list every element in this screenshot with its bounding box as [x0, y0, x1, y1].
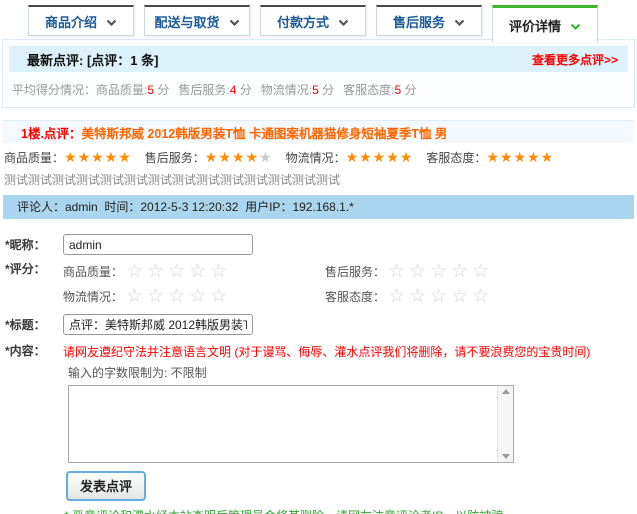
latest-reviews-title: 最新点评: [点评：1 条] — [27, 52, 159, 68]
tab-item[interactable]: 配送与取货 — [144, 5, 250, 36]
star-rating-icon: ★★★★★ — [345, 149, 414, 165]
review-rating: 售后服务：★★★★★ — [144, 149, 273, 165]
chevron-down-icon — [338, 19, 349, 26]
nickname-input[interactable] — [63, 234, 253, 255]
submit-row: 发表点评 — [66, 471, 637, 501]
review-meta-bar: 评论人：admin 时间：2012-5-3 12:20:32 用户IP：192.… — [3, 195, 634, 219]
tab-label: 售后服务 — [392, 14, 445, 30]
chevron-down-icon — [454, 19, 465, 26]
chevron-down-icon — [229, 19, 239, 26]
star-rating-input[interactable]: ☆☆☆☆☆ — [388, 262, 493, 281]
chevron-down-icon — [570, 23, 581, 30]
review-content: 测试测试测试测试测试测试测试测试测试测试测试测试测试测试 — [4, 173, 341, 187]
char-limit-text: 输入的字数限制为: 不限制 — [68, 366, 207, 380]
footer-notes: * 恶意评论和灌水经本站查明后管理员会将其删除，请网友注意评论者IP，以防被骗。… — [64, 508, 637, 514]
rating-label: *评分： — [5, 262, 46, 276]
star-rating-icon: ★★★★★ — [204, 149, 273, 165]
form-rating-field: 商品质量： ☆☆☆☆☆ — [63, 260, 232, 282]
average-score-item: 物流情况:5 分 — [260, 83, 335, 97]
average-score-item: 商品质量:5 分 — [96, 83, 170, 97]
review-form: *昵称： *评分： 商品质量：☆☆☆☆☆ 售后服务：☆☆☆☆☆ 物流情况：☆☆☆☆☆… — [0, 234, 637, 501]
star-rating-input[interactable]: ☆☆☆☆☆ — [388, 287, 493, 306]
review-rating: 商品质量：★★★★★ — [4, 149, 132, 165]
tab-item[interactable]: 商品介绍 — [28, 5, 134, 36]
form-rating-field: 售后服务： ☆☆☆☆☆ — [325, 260, 494, 282]
tab-item[interactable]: 付款方式 — [260, 5, 366, 36]
average-scores-row: 平均得分情况：商品质量:5 分售后服务:4 分物流情况:5 分客服态度:5 分 — [9, 72, 628, 101]
tab-label: 付款方式 — [276, 14, 329, 30]
review-rating: 客服态度：★★★★★ — [426, 149, 555, 165]
summary-box: 最新点评: [点评：1 条] 查看更多点评>> 平均得分情况：商品质量:5 分售… — [2, 39, 635, 108]
tab-label: 评价详情 — [508, 18, 561, 34]
content-label: *内容： — [5, 344, 46, 358]
scroll-up-icon[interactable] — [501, 389, 510, 394]
content-warning-text: 请网友遵纪守法并注意语言文明 (对于谩骂、侮辱、灌水点评我们将删除，请不要浪费您… — [63, 345, 591, 359]
title-row: *标题： — [0, 314, 637, 335]
review-ratings: 商品质量：★★★★★ 售后服务：★★★★★ 物流情况：★★★★★ 客服态度：★★★★★ — [0, 143, 637, 166]
rating-row: *评分： 商品质量： ☆☆☆☆☆ 售后服务： ☆☆☆☆☆ 物流情况： ☆☆☆☆☆ 客服态度：… — [0, 260, 637, 307]
tab-item[interactable]: 评价详情 — [492, 5, 598, 43]
review-detail-page: 商品介绍 配送与取货 付款方式 售后服务 评价详情 最新点评: [点评：1 条] 查看更… — [0, 0, 637, 514]
star-rating-input[interactable]: ☆☆☆☆☆ — [126, 262, 231, 281]
review-item: 1楼.点评： 美特斯邦威 2012韩版男装T恤 卡通图案机器猫修身短袖夏季T恤 男… — [0, 120, 637, 219]
form-rating-field: 客服态度： ☆☆☆☆☆ — [325, 285, 494, 307]
review-header: 1楼.点评： 美特斯邦威 2012韩版男装T恤 卡通图案机器猫修身短袖夏季T恤 男 — [3, 120, 634, 143]
review-rating: 物流情况：★★★★★ — [285, 149, 414, 165]
scroll-down-icon[interactable] — [501, 454, 510, 459]
star-rating-icon: ★★★★★ — [486, 149, 555, 165]
average-scores-label: 平均得分情况： — [12, 83, 97, 97]
content-textarea[interactable] — [69, 386, 496, 462]
nickname-label: *昵称： — [5, 238, 46, 252]
title-input[interactable] — [63, 314, 253, 335]
content-textarea-wrap — [68, 385, 514, 463]
more-reviews-link[interactable]: 查看更多点评>> — [532, 51, 618, 68]
tab-label: 配送与取货 — [154, 14, 220, 30]
tab-bar: 商品介绍 配送与取货 付款方式 售后服务 评价详情 — [0, 0, 637, 43]
form-rating-field: 物流情况： ☆☆☆☆☆ — [63, 285, 232, 307]
nickname-row: *昵称： — [0, 234, 637, 255]
tab-item[interactable]: 售后服务 — [376, 5, 482, 36]
review-floor-label: 1楼.点评： — [21, 126, 82, 141]
star-rating-icon: ★★★★★ — [64, 149, 132, 165]
summary-header: 最新点评: [点评：1 条] 查看更多点评>> — [9, 46, 628, 72]
textarea-scrollbar[interactable] — [497, 386, 513, 462]
form-rating-grid: 商品质量： ☆☆☆☆☆ 售后服务： ☆☆☆☆☆ 物流情况： ☆☆☆☆☆ 客服态度： ☆☆☆☆☆ — [63, 260, 587, 307]
average-score-item: 售后服务:4 分 — [178, 83, 252, 97]
submit-review-button[interactable]: 发表点评 — [66, 471, 147, 501]
note: * 恶意评论和灌水经本站查明后管理员会将其删除，请网友注意评论者IP，以防被骗。 — [64, 508, 637, 514]
average-scores: 商品质量:5 分售后服务:4 分物流情况:5 分客服态度:5 分 — [96, 83, 426, 97]
tab-label: 商品介绍 — [44, 14, 97, 30]
content-row: *内容： 请网友遵纪守法并注意语言文明 (对于谩骂、侮辱、灌水点评我们将删除，请… — [0, 342, 637, 361]
star-rating-input[interactable]: ☆☆☆☆☆ — [126, 287, 231, 306]
chevron-down-icon — [106, 19, 117, 26]
review-title: 美特斯邦威 2012韩版男装T恤 卡通图案机器猫修身短袖夏季T恤 男 — [81, 126, 448, 141]
title-label: *标题： — [5, 318, 46, 332]
average-score-item: 客服态度:5 分 — [343, 83, 417, 97]
